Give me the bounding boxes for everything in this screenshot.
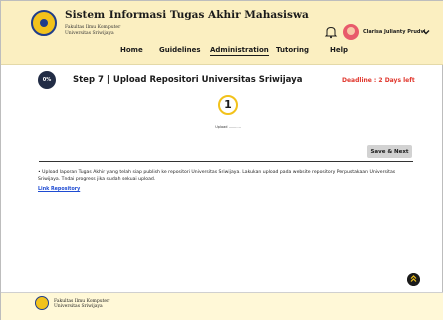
university-logo[interactable] bbox=[31, 10, 57, 36]
header: Sistem Informasi Tugas Akhir Mahasiswa F… bbox=[1, 1, 443, 65]
faculty-name: Fakultas Ilmu Komputer bbox=[65, 25, 121, 30]
nav-tutoring[interactable]: Tutoring bbox=[276, 46, 309, 54]
footer: Fakultas Ilmu Komputer Universitas Sriwi… bbox=[1, 293, 443, 320]
step-number-circle: 1 bbox=[218, 95, 238, 115]
university-name: Universitas Sriwijaya bbox=[65, 31, 114, 36]
nav-guidelines[interactable]: Guidelines bbox=[159, 46, 201, 54]
divider bbox=[39, 161, 413, 162]
avatar[interactable] bbox=[343, 24, 359, 40]
instruction-text: • Upload laporan Tugas Akhir yang telah … bbox=[38, 170, 396, 182]
footer-university: Universitas Sriwijaya bbox=[54, 304, 103, 309]
page-frame: Sistem Informasi Tugas Akhir Mahasiswa F… bbox=[0, 0, 443, 320]
avatar-face bbox=[347, 27, 355, 35]
logo-emblem bbox=[40, 19, 48, 27]
page-title: Step 7 | Upload Repositori Universitas S… bbox=[73, 75, 303, 85]
arrow-up-icon[interactable] bbox=[407, 273, 420, 286]
save-next-button[interactable]: Save & Next bbox=[367, 145, 412, 158]
step-label: Upload ........... bbox=[215, 125, 241, 129]
footer-logo bbox=[35, 296, 49, 310]
chevron-down-icon[interactable] bbox=[421, 27, 431, 37]
nav-help[interactable]: Help bbox=[330, 46, 348, 54]
bell-icon[interactable] bbox=[324, 25, 338, 39]
user-name[interactable]: Clarisa Julianty Prudvi bbox=[363, 29, 425, 35]
progress-badge: 0% bbox=[38, 71, 56, 89]
nav-home[interactable]: Home bbox=[120, 46, 143, 54]
repository-link[interactable]: Link Repository bbox=[38, 187, 80, 192]
deadline-text: Deadline : 2 Days left bbox=[342, 77, 415, 84]
nav-administration[interactable]: Administration bbox=[210, 46, 269, 56]
app-title: Sistem Informasi Tugas Akhir Mahasiswa bbox=[65, 9, 309, 21]
